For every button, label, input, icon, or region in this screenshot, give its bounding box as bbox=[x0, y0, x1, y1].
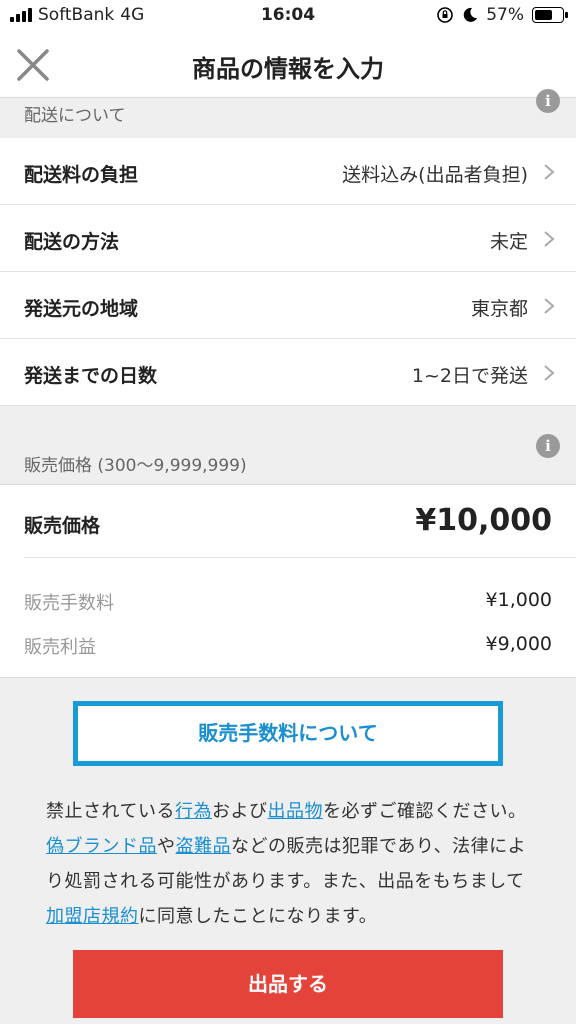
shipping-fee-row[interactable]: 配送料の負担 送料込み(出品者負担) bbox=[0, 138, 576, 205]
moon-icon bbox=[463, 7, 478, 22]
page-title: 商品の情報を入力 bbox=[192, 55, 384, 83]
shipping-section-title: 配送について bbox=[24, 106, 126, 126]
notice-text-3: を必ずご確認ください。 bbox=[322, 801, 527, 822]
price-label: 販売価格 bbox=[24, 515, 101, 537]
submit-listing-button[interactable]: 出品する bbox=[73, 950, 503, 1018]
price-block: 販売価格 ¥10,000 販売手数料 ¥1,000 販売利益 ¥9,000 bbox=[0, 484, 576, 678]
days-to-ship-label: 発送までの日数 bbox=[24, 365, 158, 387]
ship-from-region-label: 発送元の地域 bbox=[24, 298, 139, 320]
counterfeit-link[interactable]: 偽ブランド品 bbox=[46, 836, 157, 857]
shipping-method-row[interactable]: 配送の方法 未定 bbox=[0, 205, 576, 272]
divider bbox=[24, 557, 576, 558]
battery-icon bbox=[532, 7, 568, 23]
price-section-header: 販売価格 (300〜9,999,999) i bbox=[0, 407, 576, 484]
shipping-method-value: 未定 bbox=[489, 231, 528, 253]
profit-label: 販売利益 bbox=[24, 637, 96, 658]
chevron-right-icon bbox=[544, 231, 555, 247]
orientation-lock-icon bbox=[437, 7, 454, 23]
price-input[interactable]: ¥10,000 bbox=[415, 503, 552, 538]
nav-bar: 商品の情報を入力 bbox=[0, 32, 576, 98]
fee-info-button[interactable]: 販売手数料について bbox=[73, 701, 503, 766]
fee-label: 販売手数料 bbox=[24, 593, 114, 614]
status-right: 57% bbox=[436, 5, 568, 25]
price-section-title: 販売価格 (300〜9,999,999) bbox=[24, 456, 247, 476]
fee-value: ¥1,000 bbox=[485, 589, 552, 611]
ship-from-region-value: 東京都 bbox=[470, 298, 528, 320]
profit-value: ¥9,000 bbox=[485, 633, 552, 655]
ship-from-region-row[interactable]: 発送元の地域 東京都 bbox=[0, 272, 576, 339]
shipping-section-header: 配送について i bbox=[0, 89, 576, 137]
notice-text-1: 禁止されている bbox=[46, 801, 175, 822]
days-to-ship-value: 1~2日で発送 bbox=[411, 365, 528, 387]
chevron-right-icon bbox=[544, 164, 555, 180]
shipping-fee-label: 配送料の負担 bbox=[24, 164, 139, 186]
chevron-right-icon bbox=[544, 365, 555, 381]
status-bar: SoftBank 4G 16:04 57% bbox=[0, 0, 576, 32]
notice-text-2: および bbox=[211, 801, 268, 822]
shipping-fee-value: 送料込み(出品者負担) bbox=[342, 164, 528, 186]
info-icon[interactable]: i bbox=[536, 434, 560, 458]
info-icon[interactable]: i bbox=[536, 89, 560, 113]
battery-percent: 57% bbox=[486, 5, 524, 25]
chevron-right-icon bbox=[544, 298, 555, 314]
merchant-terms-link[interactable]: 加盟店規約 bbox=[46, 906, 139, 927]
shipping-method-label: 配送の方法 bbox=[24, 231, 120, 253]
notice-text-4: や bbox=[157, 836, 176, 857]
notice-text-6: に同意したことになります。 bbox=[138, 906, 378, 927]
notice-text: 禁止されている行為および出品物を必ずご確認ください。偽ブランド品や盗難品などの販… bbox=[46, 794, 536, 934]
prohibited-items-link[interactable]: 出品物 bbox=[267, 801, 323, 822]
days-to-ship-row[interactable]: 発送までの日数 1~2日で発送 bbox=[0, 339, 576, 406]
stolen-goods-link[interactable]: 盗難品 bbox=[176, 836, 232, 857]
prohibited-acts-link[interactable]: 行為 bbox=[175, 801, 212, 822]
